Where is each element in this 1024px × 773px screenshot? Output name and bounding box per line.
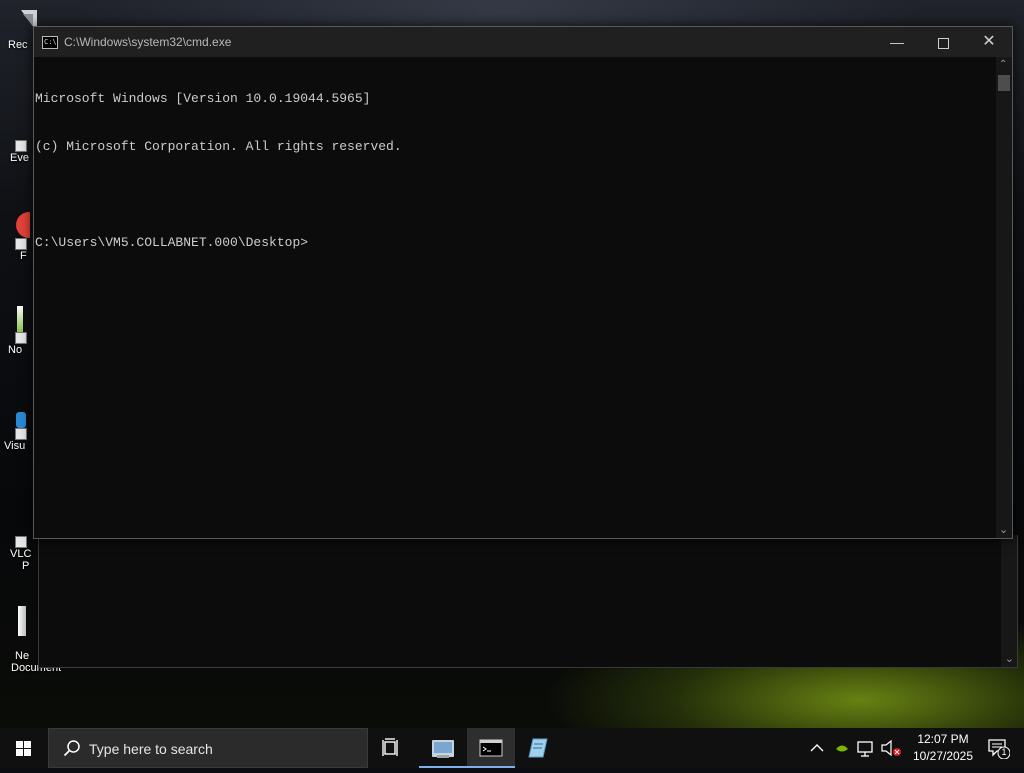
cmd-icon: C:\ <box>42 36 58 49</box>
desktop: Rec Eve F No Visu VLC P Ne Document ⌄ C:… <box>0 0 1024 728</box>
action-center-button[interactable]: 1 <box>988 737 1011 760</box>
cmd-window[interactable]: C:\ C:\Windows\system32\cmd.exe — ✕ Micr… <box>33 26 1013 539</box>
taskbar-command-prompt[interactable] <box>467 728 515 768</box>
shortcut-arrow-icon <box>15 238 27 250</box>
nvidia-tray-button[interactable] <box>830 728 854 768</box>
volume-tray-button[interactable] <box>878 728 904 768</box>
desktop-icon-label: VLC <box>10 548 32 560</box>
taskbar-file-explorer[interactable] <box>419 728 467 768</box>
task-view-button[interactable] <box>368 728 416 768</box>
chevron-down-icon[interactable]: ⌄ <box>1005 652 1014 665</box>
visual-studio-icon <box>16 412 26 428</box>
network-icon <box>857 741 873 757</box>
search-icon <box>63 740 80 757</box>
notification-count-badge: 1 <box>1001 747 1007 757</box>
console-line: (c) Microsoft Corporation. All rights re… <box>35 139 402 154</box>
clock-date: 10/27/2025 <box>912 749 974 763</box>
nvidia-icon <box>836 745 848 752</box>
file-explorer-icon <box>432 740 454 758</box>
maximize-button[interactable] <box>920 27 966 57</box>
volume-muted-icon <box>881 739 901 757</box>
scrollbar-thumb[interactable] <box>998 75 1010 91</box>
background-console-scrollbar[interactable] <box>1001 535 1017 667</box>
shortcut-arrow-icon <box>15 332 27 344</box>
taskbar-clock[interactable]: 12:07 PM 10/27/2025 <box>908 731 978 765</box>
shortcut-arrow-icon <box>15 140 27 152</box>
windows-logo-icon <box>16 741 32 756</box>
network-tray-button[interactable] <box>854 728 878 768</box>
window-title: C:\Windows\system32\cmd.exe <box>64 35 232 49</box>
show-hidden-icons-button[interactable] <box>804 728 830 768</box>
command-prompt-line[interactable]: C:\Users\VM5.COLLABNET.000\Desktop> <box>35 235 997 251</box>
task-view-icon <box>382 738 398 756</box>
chevron-up-icon <box>810 744 824 752</box>
desktop-icon-label: Ne <box>15 650 30 662</box>
title-bar[interactable]: C:\ C:\Windows\system32\cmd.exe — ✕ <box>34 27 1012 57</box>
vertical-scrollbar[interactable]: ⌃ ⌄ <box>996 57 1012 538</box>
minimize-icon: — <box>890 34 904 50</box>
desktop-icon-label: P <box>22 560 30 572</box>
minimize-button[interactable]: — <box>874 27 920 57</box>
search-placeholder: Type here to search <box>89 741 213 757</box>
taskbar: Type here to search 12:07 PM 10/27/2025 … <box>0 728 1024 768</box>
shortcut-arrow-icon <box>15 536 27 548</box>
background-console-window[interactable]: ⌄ <box>38 535 1018 668</box>
clock-time: 12:07 PM <box>917 732 969 746</box>
system-tray: 12:07 PM 10/27/2025 1 <box>804 728 1024 768</box>
console-line: Microsoft Windows [Version 10.0.19044.59… <box>35 91 371 106</box>
chevron-down-icon[interactable]: ⌄ <box>999 523 1008 536</box>
close-icon: ✕ <box>982 33 996 50</box>
console-output[interactable]: Microsoft Windows [Version 10.0.19044.59… <box>34 57 997 540</box>
taskbar-notepad[interactable] <box>515 728 563 768</box>
shortcut-arrow-icon <box>15 428 27 440</box>
close-button[interactable]: ✕ <box>966 27 1012 57</box>
chevron-up-icon[interactable]: ⌃ <box>999 59 1007 70</box>
firefox-icon <box>16 212 30 238</box>
desktop-icon-vlc[interactable]: VLC P <box>0 536 40 572</box>
maximize-icon <box>937 37 949 49</box>
command-prompt-icon <box>479 739 503 757</box>
document-icon <box>18 606 26 636</box>
desktop-icon-new-document[interactable]: Ne Document <box>0 606 61 674</box>
taskbar-search-box[interactable]: Type here to search <box>48 728 368 768</box>
start-button[interactable] <box>0 728 48 768</box>
notepad-icon <box>528 738 548 758</box>
notepad-plus-icon <box>17 306 23 332</box>
